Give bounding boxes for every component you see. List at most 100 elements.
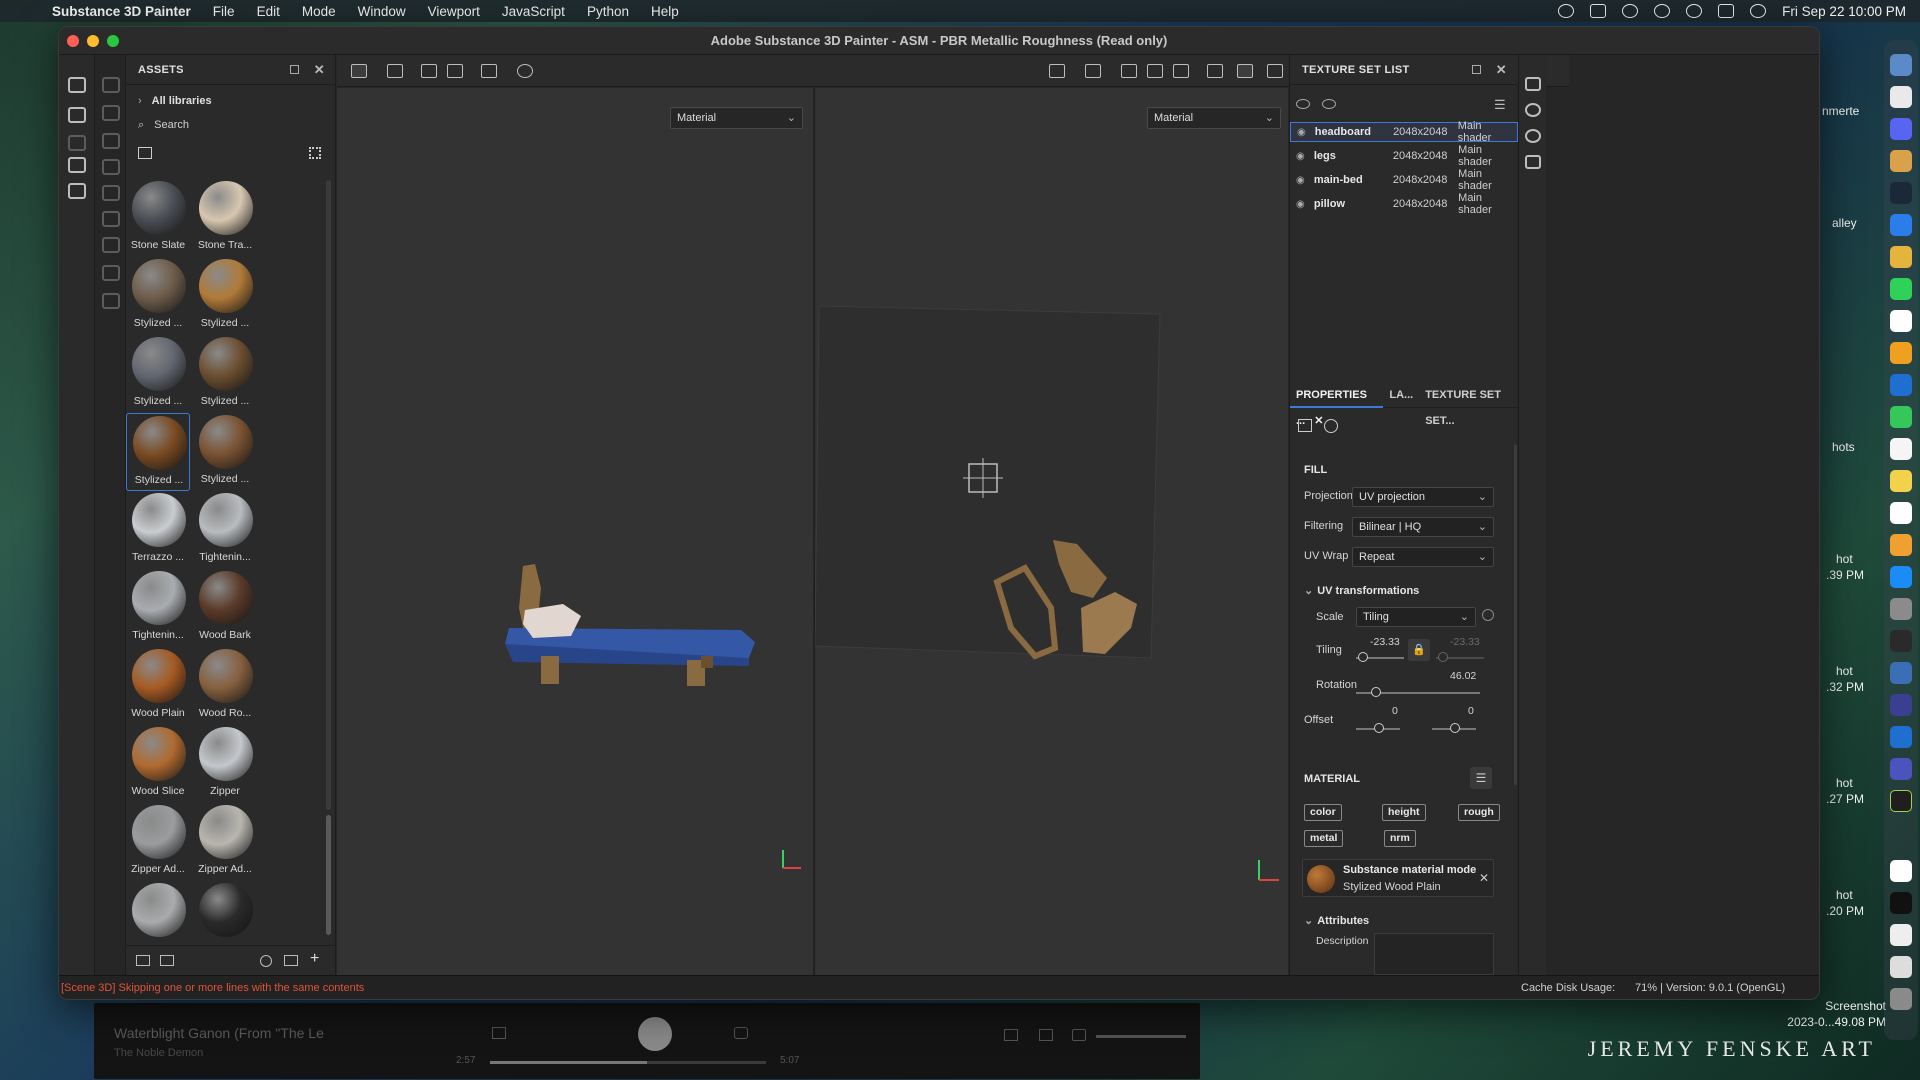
material-menu-icon[interactable]: ☰ <box>1470 767 1492 789</box>
material-thumbnail[interactable]: Wood Ro... <box>193 647 257 725</box>
properties-scrollbar[interactable] <box>1514 445 1517 785</box>
teams-icon[interactable] <box>1890 758 1912 780</box>
attributes-section[interactable]: ⌄ Attributes <box>1304 914 1369 927</box>
app-icon[interactable] <box>1890 662 1912 684</box>
offset-u-value[interactable]: 0 <box>1392 705 1398 717</box>
description-field[interactable] <box>1374 933 1494 975</box>
layers-icon[interactable] <box>68 183 86 199</box>
track-title[interactable]: Waterblight Ganon (From "The Le <box>114 1025 324 1041</box>
material-thumbnail[interactable]: Tightenin... <box>126 569 190 647</box>
uv-transformations-section[interactable]: ⌄ UV transformations <box>1304 584 1419 597</box>
app-store-icon[interactable] <box>1890 566 1912 588</box>
channel-rough-button[interactable]: rough <box>1458 804 1500 821</box>
app-icon[interactable] <box>1890 892 1912 914</box>
close-icon[interactable]: ✕ <box>1496 62 1507 78</box>
chrome-icon[interactable] <box>1890 246 1912 268</box>
material-thumbnail[interactable]: Stylized ... <box>126 413 190 491</box>
annotation-icon[interactable] <box>102 265 120 281</box>
discord-icon[interactable] <box>1890 118 1912 140</box>
tiling-v-value[interactable]: -23.33 <box>1450 636 1480 648</box>
rotation-knob[interactable] <box>1371 687 1381 697</box>
popout-icon[interactable] <box>1472 65 1481 74</box>
channel-nrm-button[interactable]: nrm <box>1384 830 1416 847</box>
material-thumbnail[interactable]: Zipper <box>193 725 257 803</box>
texture-set-row[interactable]: ◉ pillow 2048x2048 Main shader <box>1290 192 1518 216</box>
projection-icon[interactable] <box>102 133 120 149</box>
material-thumbnail[interactable]: Stone Slate <box>126 179 190 257</box>
repeat-icon[interactable] <box>734 1027 748 1039</box>
hourglass-icon[interactable] <box>68 135 86 151</box>
tiling-u-knob[interactable] <box>1358 652 1368 662</box>
refresh-icon[interactable] <box>260 955 272 967</box>
maps-icon[interactable] <box>1890 310 1912 332</box>
add-icon[interactable]: + <box>310 950 319 968</box>
display-settings-icon[interactable] <box>1525 103 1541 117</box>
paint-brush-icon[interactable] <box>102 77 120 93</box>
finder-icon[interactable] <box>1890 54 1912 76</box>
downloads-icon[interactable] <box>1890 956 1912 978</box>
bed-model[interactable] <box>337 88 813 975</box>
eraser-icon[interactable] <box>102 105 120 121</box>
system-settings-icon[interactable] <box>1890 598 1912 620</box>
facetime-icon[interactable] <box>1890 406 1912 428</box>
path-icon[interactable] <box>102 293 120 309</box>
texture-set-shader[interactable]: Main shader <box>1458 120 1517 144</box>
menu-python[interactable]: Python <box>587 4 629 19</box>
material-thumbnail[interactable]: Terrazzo ... <box>126 491 190 569</box>
popout-icon[interactable] <box>290 65 299 74</box>
filtering-select[interactable]: Bilinear | HQ ⌄ <box>1352 517 1494 537</box>
material-sphere-icon[interactable] <box>1324 419 1338 433</box>
texture-set-row[interactable]: ◉ legs 2048x2048 Main shader <box>1290 144 1518 168</box>
offset-v-value[interactable]: 0 <box>1468 705 1474 717</box>
pages-icon[interactable] <box>1890 534 1912 556</box>
bake-icon[interactable] <box>68 107 86 123</box>
dynamic-icon[interactable] <box>1207 64 1223 78</box>
hide-overlay-icon[interactable] <box>1049 64 1065 78</box>
now-playing-icon[interactable] <box>1686 4 1703 18</box>
launchpad-icon[interactable] <box>1890 86 1912 108</box>
shelf-icon[interactable] <box>1525 77 1541 91</box>
viewport-2d[interactable]: Material ⌄ <box>814 88 1288 975</box>
tab-texture-set-settings[interactable]: TEXTURE SET SET... <box>1419 382 1518 427</box>
search-row[interactable]: ⌕ Search <box>126 113 335 137</box>
texture-set-row[interactable]: ◉ headboard 2048x2048 Main shader <box>1290 120 1518 144</box>
substance-painter-icon[interactable] <box>1890 790 1912 812</box>
history-icon[interactable] <box>517 64 533 78</box>
cube-icon[interactable] <box>1147 64 1163 78</box>
frame-icon[interactable] <box>481 64 497 78</box>
camera-icon[interactable] <box>1173 64 1189 78</box>
import-icon[interactable] <box>136 955 150 966</box>
material-thumbnail[interactable]: Zipper Ta... <box>193 881 257 937</box>
texture-set-shader[interactable]: Main shader <box>1458 192 1518 216</box>
offset-v-knob[interactable] <box>1450 723 1460 733</box>
shuffle-icon[interactable] <box>492 1027 506 1039</box>
offset-u-knob[interactable] <box>1374 723 1384 733</box>
menu-file[interactable]: File <box>213 4 235 19</box>
material-thumbnail[interactable]: Stylized ... <box>193 413 257 491</box>
visibility-icon[interactable]: ◉ <box>1296 175 1310 186</box>
list-icon[interactable] <box>160 955 174 966</box>
steam-icon[interactable] <box>1890 182 1912 204</box>
viewport-3d[interactable]: Material ⌄ <box>337 88 813 975</box>
material-thumbnail[interactable]: Zipper Ad... <box>126 881 190 937</box>
word-icon[interactable] <box>1890 726 1912 748</box>
spotlight-search-icon[interactable] <box>1622 4 1639 18</box>
projection-select[interactable]: UV projection ⌄ <box>1352 487 1494 507</box>
material-thumbnail[interactable]: Wood Bark <box>193 569 257 647</box>
volume-icon[interactable] <box>1072 1029 1086 1041</box>
visibility-icon[interactable]: ◉ <box>1296 151 1310 162</box>
menu-help[interactable]: Help <box>651 4 679 19</box>
menu-icon[interactable]: ☰ <box>1494 97 1506 113</box>
lock-icon[interactable]: 🔒 <box>1408 639 1430 661</box>
safari-icon[interactable] <box>1890 214 1912 236</box>
remove-material-icon[interactable]: ✕ <box>1479 871 1489 885</box>
siri-icon[interactable] <box>1750 4 1767 18</box>
rotation-value[interactable]: 46.02 <box>1450 670 1476 682</box>
log-icon[interactable] <box>1525 155 1541 169</box>
filter-icon[interactable] <box>138 147 152 159</box>
document-icon[interactable] <box>1890 924 1912 946</box>
material-thumbnail[interactable]: Stone Tra... <box>193 179 257 257</box>
eye-icon[interactable] <box>1296 99 1310 109</box>
tab-properties[interactable]: PROPERTIES ... ✕ <box>1290 382 1384 427</box>
history-icon[interactable] <box>1525 129 1541 143</box>
